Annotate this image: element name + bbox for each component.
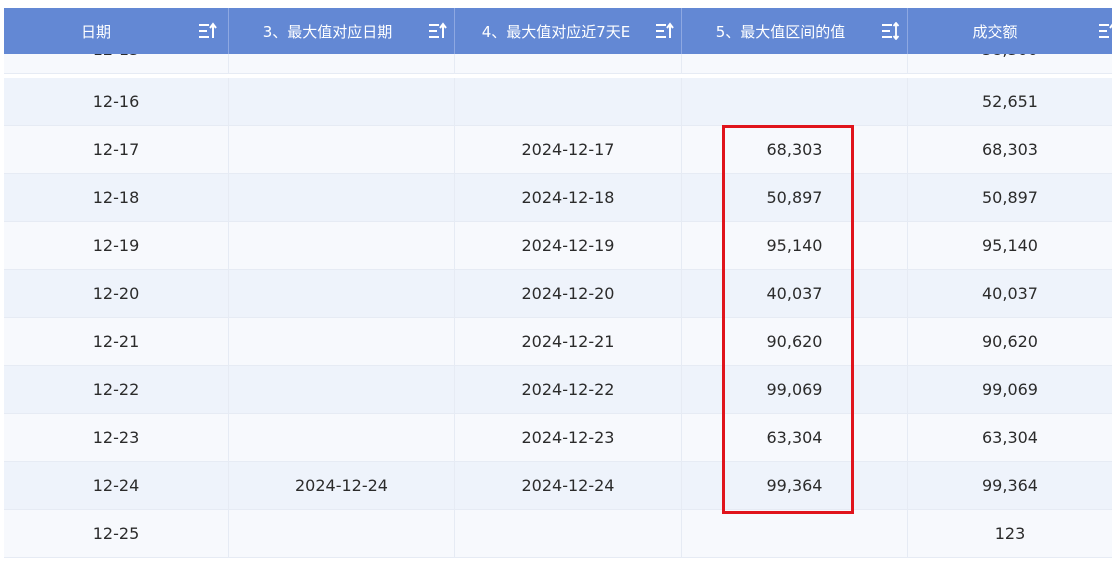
cell-date: 12-23 bbox=[4, 414, 229, 461]
cell-max-range-value bbox=[682, 510, 908, 557]
header-label: 3、最大值对应日期 bbox=[262, 22, 393, 41]
cell-date: 12-19 bbox=[4, 222, 229, 269]
sort-ascending-icon[interactable] bbox=[1098, 22, 1112, 40]
cell-amount: 50,897 bbox=[982, 188, 1038, 207]
cell-max-range-value bbox=[682, 78, 908, 125]
table-row[interactable]: 12-19 2024-12-19 95,140 95,140 bbox=[4, 222, 1112, 270]
cell-max-date bbox=[229, 222, 455, 269]
cell-max-date bbox=[229, 126, 455, 173]
cell-max-date-7d bbox=[455, 78, 682, 125]
cell-max-date-7d: 2024-12-23 bbox=[455, 414, 682, 461]
cell-date: 12-22 bbox=[4, 366, 229, 413]
header-label: 成交额 bbox=[972, 22, 1018, 41]
table-row[interactable]: 12-16 52,651 bbox=[4, 78, 1112, 126]
cell-max-date-7d: 2024-12-21 bbox=[455, 318, 682, 365]
cell-amount: 95,140 bbox=[982, 236, 1038, 255]
cell-amount: 52,651 bbox=[982, 92, 1038, 111]
cell-max-date bbox=[229, 414, 455, 461]
cell-max-range-value: 63,304 bbox=[682, 414, 908, 461]
sort-ascending-icon[interactable] bbox=[655, 22, 675, 40]
sort-both-icon[interactable] bbox=[881, 22, 901, 40]
cell-max-date-7d: 2024-12-20 bbox=[455, 270, 682, 317]
table-row[interactable]: 12-25 123 bbox=[4, 510, 1112, 558]
header-label: 4、最大值对应近7天E bbox=[481, 22, 631, 41]
cell-max-date bbox=[229, 78, 455, 125]
cell-amount: 99,364 bbox=[982, 476, 1038, 495]
cell-max-date-7d: 2024-12-24 bbox=[455, 462, 682, 509]
cell-date: 12-25 bbox=[4, 510, 229, 557]
cell-date: 12-17 bbox=[4, 126, 229, 173]
cell-max-range-value: 40,037 bbox=[682, 270, 908, 317]
cell-max-date-7d: 2024-12-19 bbox=[455, 222, 682, 269]
cell-amount: 63,304 bbox=[982, 428, 1038, 447]
header-label: 5、最大值区间的值 bbox=[715, 22, 846, 41]
cell-amount: 68,303 bbox=[982, 140, 1038, 159]
table-row[interactable]: 12-24 2024-12-24 2024-12-24 99,364 99,36… bbox=[4, 462, 1112, 510]
table-row[interactable]: 12-18 2024-12-18 50,897 50,897 bbox=[4, 174, 1112, 222]
cell-max-date bbox=[229, 270, 455, 317]
header-date[interactable]: 日期 bbox=[4, 8, 229, 54]
cell-max-date-7d: 2024-12-22 bbox=[455, 366, 682, 413]
cell-max-date bbox=[229, 318, 455, 365]
table-header: 日期 3、最大值对应日期 4、最大值对应近7天E 5、最大值区间的值 成交额 bbox=[4, 8, 1112, 54]
cell-max-date bbox=[229, 366, 455, 413]
cell-date: 12-18 bbox=[4, 174, 229, 221]
cell-amount: 40,037 bbox=[982, 284, 1038, 303]
cell-max-date bbox=[229, 510, 455, 557]
data-table: 日期 3、最大值对应日期 4、最大值对应近7天E 5、最大值区间的值 成交额 1… bbox=[4, 8, 1112, 564]
cell-amount: 90,620 bbox=[982, 332, 1038, 351]
cell-date: 12-24 bbox=[4, 462, 229, 509]
cell-max-date: 2024-12-24 bbox=[229, 462, 455, 509]
table-row[interactable]: 12-17 2024-12-17 68,303 68,303 bbox=[4, 126, 1112, 174]
cell-max-date-7d: 2024-12-17 bbox=[455, 126, 682, 173]
cell-max-range-value: 99,069 bbox=[682, 366, 908, 413]
cell-date: 12-21 bbox=[4, 318, 229, 365]
cell-max-date-7d bbox=[455, 510, 682, 557]
cell-max-range-value: 95,140 bbox=[682, 222, 908, 269]
cell-max-range-value: 68,303 bbox=[682, 126, 908, 173]
header-amount[interactable]: 成交额 bbox=[908, 8, 1112, 54]
table-row[interactable]: 12-21 2024-12-21 90,620 90,620 bbox=[4, 318, 1112, 366]
header-max-date[interactable]: 3、最大值对应日期 bbox=[229, 8, 455, 54]
cell-max-range-value: 99,364 bbox=[682, 462, 908, 509]
sort-ascending-icon[interactable] bbox=[428, 22, 448, 40]
header-max-range-value[interactable]: 5、最大值区间的值 bbox=[682, 8, 908, 54]
table-row[interactable]: 12-20 2024-12-20 40,037 40,037 bbox=[4, 270, 1112, 318]
table-row[interactable]: 12-22 2024-12-22 99,069 99,069 bbox=[4, 366, 1112, 414]
table-row[interactable]: 12-23 2024-12-23 63,304 63,304 bbox=[4, 414, 1112, 462]
cell-max-range-value: 90,620 bbox=[682, 318, 908, 365]
cell-date: 12-20 bbox=[4, 270, 229, 317]
cell-date: 12-16 bbox=[4, 78, 229, 125]
cell-max-range-value: 50,897 bbox=[682, 174, 908, 221]
cell-max-date bbox=[229, 174, 455, 221]
cell-amount: 123 bbox=[994, 524, 1026, 543]
header-label: 日期 bbox=[80, 22, 111, 41]
cell-max-date-7d: 2024-12-18 bbox=[455, 174, 682, 221]
sort-ascending-icon[interactable] bbox=[198, 22, 218, 40]
header-max-date-7d[interactable]: 4、最大值对应近7天E bbox=[455, 8, 682, 54]
cell-amount: 99,069 bbox=[982, 380, 1038, 399]
